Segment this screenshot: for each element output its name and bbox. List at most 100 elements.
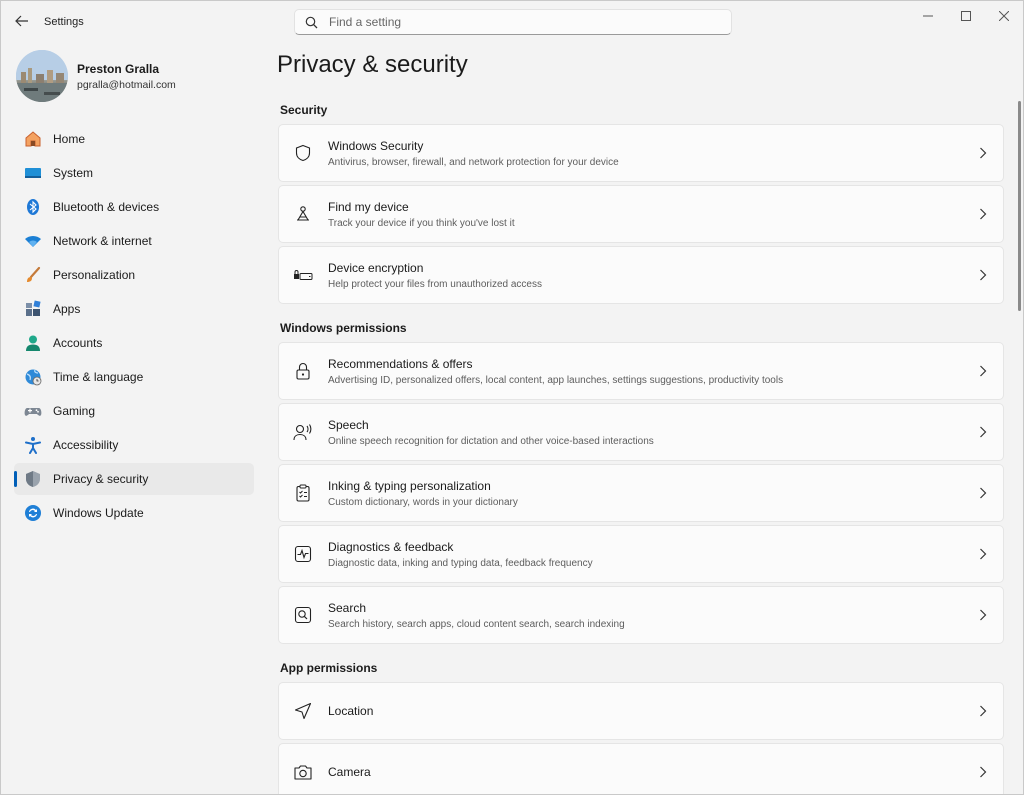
card-inking-typing[interactable]: Inking & typing personalization Custom d… bbox=[278, 464, 1004, 522]
sidebar-item-label: Accessibility bbox=[53, 438, 119, 452]
sidebar-item-bluetooth[interactable]: Bluetooth & devices bbox=[14, 191, 254, 223]
app-title: Settings bbox=[44, 16, 84, 28]
sidebar-item-label: Apps bbox=[53, 302, 81, 316]
maximize-icon bbox=[961, 11, 971, 21]
diagnostics-icon bbox=[293, 544, 313, 564]
sidebar-item-label: Bluetooth & devices bbox=[53, 200, 160, 214]
sidebar-item-label: Gaming bbox=[53, 404, 96, 418]
card-device-encryption[interactable]: Device encryption Help protect your file… bbox=[278, 246, 1004, 304]
card-text: Speech Online speech recognition for dic… bbox=[328, 418, 654, 447]
card-title: Recommendations & offers bbox=[328, 356, 473, 371]
close-button[interactable] bbox=[985, 1, 1023, 31]
sidebar-item-label: Time & language bbox=[53, 370, 144, 384]
clipboard-icon bbox=[293, 483, 313, 503]
card-text: Location bbox=[328, 704, 373, 718]
section-title-security: Security bbox=[280, 103, 328, 117]
search-box-icon bbox=[293, 605, 313, 625]
chevron-right-icon bbox=[977, 766, 989, 778]
sidebar-item-time-language[interactable]: Time & language bbox=[14, 361, 254, 393]
user-profile[interactable]: Preston Gralla pgralla@hotmail.com bbox=[16, 50, 176, 102]
lock-icon bbox=[293, 361, 313, 381]
accounts-icon bbox=[24, 334, 42, 352]
sidebar-item-windows-update[interactable]: Windows Update bbox=[14, 497, 254, 529]
card-title: Search bbox=[328, 600, 367, 615]
card-text: Windows Security Antivirus, browser, fir… bbox=[328, 139, 619, 168]
card-text: Search Search history, search apps, clou… bbox=[328, 601, 625, 630]
card-title: Location bbox=[328, 704, 374, 718]
sidebar-item-accounts[interactable]: Accounts bbox=[14, 327, 254, 359]
sidebar-item-personalization[interactable]: Personalization bbox=[14, 259, 254, 291]
chevron-right-icon bbox=[977, 269, 989, 281]
maximize-button[interactable] bbox=[947, 1, 985, 31]
sidebar-item-system[interactable]: System bbox=[14, 157, 254, 189]
card-search[interactable]: Search Search history, search apps, clou… bbox=[278, 586, 1004, 644]
card-text: Device encryption Help protect your file… bbox=[328, 261, 542, 290]
card-description: Antivirus, browser, firewall, and networ… bbox=[328, 156, 619, 168]
card-title: Speech bbox=[328, 417, 369, 432]
gamepad-icon bbox=[24, 402, 42, 420]
speech-icon bbox=[293, 422, 313, 442]
apps-icon bbox=[24, 300, 42, 318]
sidebar-nav: Home System Bluetooth & devices Network … bbox=[14, 123, 254, 531]
chevron-right-icon bbox=[977, 147, 989, 159]
card-title: Camera bbox=[328, 765, 371, 779]
card-text: Inking & typing personalization Custom d… bbox=[328, 479, 518, 508]
back-button[interactable] bbox=[11, 11, 33, 31]
globe-clock-icon bbox=[24, 368, 42, 386]
card-description: Advertising ID, personalized offers, loc… bbox=[328, 374, 784, 386]
sidebar-item-accessibility[interactable]: Accessibility bbox=[14, 429, 254, 461]
wifi-icon bbox=[24, 232, 42, 250]
close-icon bbox=[999, 11, 1009, 21]
shield-outline-icon bbox=[293, 143, 313, 163]
chevron-right-icon bbox=[977, 705, 989, 717]
card-description: Help protect your files from unauthorize… bbox=[328, 278, 542, 290]
card-text: Find my device Track your device if you … bbox=[328, 200, 515, 229]
minimize-icon bbox=[923, 15, 933, 17]
home-icon bbox=[24, 130, 42, 148]
card-location[interactable]: Location bbox=[278, 682, 1004, 740]
sidebar-item-label: Accounts bbox=[53, 336, 103, 350]
minimize-button[interactable] bbox=[909, 1, 947, 31]
sidebar-item-label: Personalization bbox=[53, 268, 136, 282]
title-bar: Settings bbox=[1, 1, 1023, 43]
bluetooth-icon bbox=[24, 198, 42, 216]
card-windows-security[interactable]: Windows Security Antivirus, browser, fir… bbox=[278, 124, 1004, 182]
sidebar-item-gaming[interactable]: Gaming bbox=[14, 395, 254, 427]
profile-email: pgralla@hotmail.com bbox=[77, 78, 176, 91]
card-camera[interactable]: Camera bbox=[278, 743, 1004, 794]
card-description: Online speech recognition for dictation … bbox=[328, 435, 654, 447]
settings-window: Settings Find a setting Preston Gralla p… bbox=[0, 0, 1024, 795]
sidebar-item-label: System bbox=[53, 166, 94, 180]
card-find-my-device[interactable]: Find my device Track your device if you … bbox=[278, 185, 1004, 243]
card-description: Search history, search apps, cloud conte… bbox=[328, 618, 625, 630]
search-box[interactable] bbox=[294, 9, 732, 35]
sidebar-item-label: Network & internet bbox=[53, 234, 152, 248]
chevron-right-icon bbox=[977, 208, 989, 220]
card-title: Device encryption bbox=[328, 260, 424, 275]
card-text: Recommendations & offers Advertising ID,… bbox=[328, 357, 783, 386]
scrollbar[interactable] bbox=[1018, 101, 1021, 311]
sidebar-item-privacy-security[interactable]: Privacy & security bbox=[14, 463, 254, 495]
chevron-right-icon bbox=[977, 365, 989, 377]
card-diagnostics-feedback[interactable]: Diagnostics & feedback Diagnostic data, … bbox=[278, 525, 1004, 583]
section-title-windows-permissions: Windows permissions bbox=[280, 321, 407, 335]
profile-name: Preston Gralla bbox=[77, 61, 160, 76]
encryption-icon bbox=[293, 265, 313, 285]
brush-icon bbox=[24, 266, 42, 284]
find-device-icon bbox=[293, 204, 313, 224]
location-icon bbox=[293, 701, 313, 721]
chevron-right-icon bbox=[977, 487, 989, 499]
chevron-right-icon bbox=[977, 609, 989, 621]
card-speech[interactable]: Speech Online speech recognition for dic… bbox=[278, 403, 1004, 461]
shield-icon bbox=[24, 470, 42, 488]
sidebar-item-network[interactable]: Network & internet bbox=[14, 225, 254, 257]
card-title: Inking & typing personalization bbox=[328, 478, 491, 493]
profile-text: Preston Gralla pgralla@hotmail.com bbox=[77, 62, 176, 91]
search-input[interactable] bbox=[329, 15, 709, 29]
chevron-right-icon bbox=[977, 548, 989, 560]
sidebar-item-apps[interactable]: Apps bbox=[14, 293, 254, 325]
sidebar-item-home[interactable]: Home bbox=[14, 123, 254, 155]
card-recommendations-offers[interactable]: Recommendations & offers Advertising ID,… bbox=[278, 342, 1004, 400]
camera-icon bbox=[293, 762, 313, 782]
chevron-right-icon bbox=[977, 426, 989, 438]
